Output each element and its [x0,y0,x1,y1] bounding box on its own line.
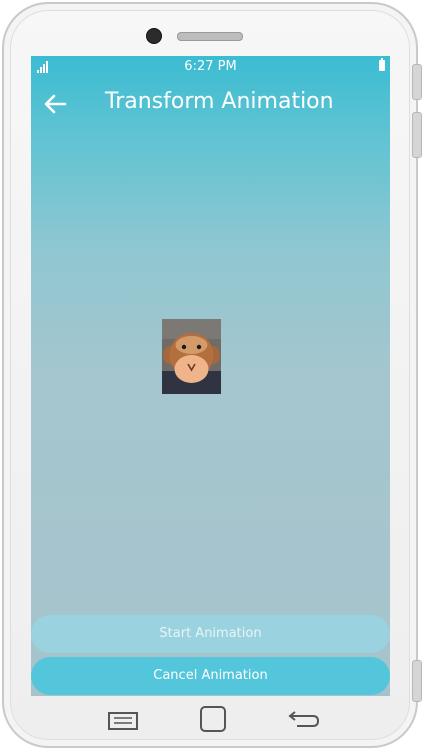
battery-icon [379,58,385,71]
home-icon[interactable] [200,706,226,732]
hardware-nav-keys [0,700,428,740]
app-screen: 6:27 PM Transform Animation Start Animat… [31,56,390,696]
signal-icon [37,61,48,73]
power-button[interactable] [412,660,422,702]
front-camera [146,28,162,44]
volume-up-button[interactable] [412,64,422,100]
volume-down-button[interactable] [412,112,422,158]
status-time: 6:27 PM [184,59,237,74]
earpiece-speaker [177,32,243,41]
back-key-icon[interactable] [287,710,321,730]
arrow-left-icon [44,94,67,114]
recent-apps-icon[interactable] [108,711,138,731]
page-title: Transform Animation [105,89,334,114]
monkey-image [162,319,221,394]
status-bar: 6:27 PM [31,56,390,78]
app-bar: Transform Animation [31,78,390,130]
cancel-animation-button[interactable]: Cancel Animation [31,657,390,695]
start-animation-button[interactable]: Start Animation [31,615,390,653]
back-button[interactable] [41,90,71,118]
